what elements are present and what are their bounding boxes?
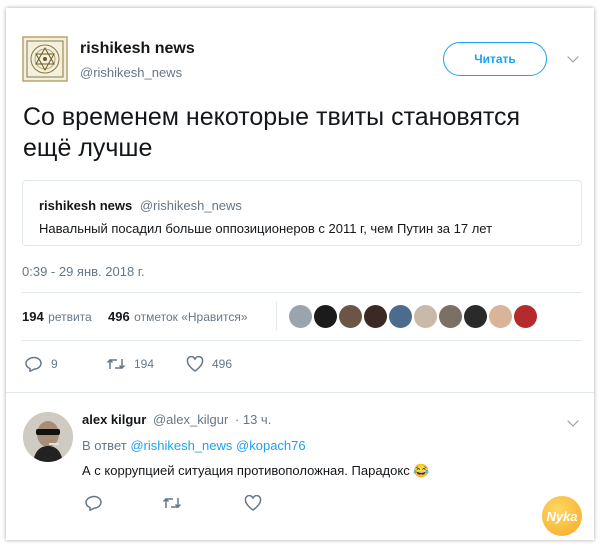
divider-vertical [276,302,277,330]
avatar[interactable] [289,305,312,328]
quoted-author-name: rishikesh news [39,198,133,213]
likes-stat[interactable]: 496 отметок «Нравится» [108,308,248,326]
author-name[interactable]: rishikesh news [80,40,195,58]
quoted-author: rishikesh news @rishikesh_news [39,198,242,213]
author-avatar[interactable] [22,36,68,82]
reply-icon [25,356,42,372]
reply-text-body: А с коррупцией ситуация противоположная.… [82,463,410,478]
retweets-stat[interactable]: 194 ретвита [22,308,92,326]
tweet-text-line: ещё лучше [23,134,153,162]
chevron-down-icon[interactable] [567,51,579,63]
reply-context: В ответ @rishikesh_news @kopach76 [82,438,306,453]
retweets-count: 194 [22,309,44,324]
tweet-card: rishikesh news @rishikesh_news Читать Со… [6,8,594,540]
tweet-text: Со временем некоторые твиты становятся е… [23,102,583,164]
quoted-text: Навальный посадил больше оппозиционеров … [39,221,493,236]
like-action[interactable] [244,495,262,511]
reply-time[interactable]: · 13 ч. [235,412,271,427]
author-handle[interactable]: @rishikesh_news [80,65,182,80]
in-reply-prefix: В ответ [82,438,127,453]
laughing-emoji-icon: 😂 [413,463,430,478]
avatar[interactable] [339,305,362,328]
avatar[interactable] [514,305,537,328]
avatar[interactable] [489,305,512,328]
avatar[interactable] [464,305,487,328]
quoted-author-handle: @rishikesh_news [139,198,242,213]
divider [22,292,582,293]
avatar[interactable] [439,305,462,328]
avatar[interactable] [389,305,412,328]
tweet-text-line: Со временем некоторые твиты становятся [23,103,521,131]
reply-action[interactable]: 9 [25,356,58,372]
reply-count: 9 [51,357,58,371]
chevron-down-icon[interactable] [567,415,579,427]
likes-count: 496 [108,309,130,324]
heart-icon [244,495,262,511]
reply-author-avatar[interactable] [23,412,73,462]
follow-button[interactable]: Читать [443,42,547,76]
reply-text: А с коррупцией ситуация противоположная.… [82,463,430,479]
likes-label: отметок «Нравится» [134,310,248,324]
tweet-timestamp[interactable]: 0:39 - 29 янв. 2018 г. [22,264,145,279]
like-action[interactable]: 496 [186,356,232,372]
reply-header: alex kilgur @alex_kilgur · 13 ч. [82,412,271,427]
retweet-icon [106,358,126,370]
retweet-icon [162,497,182,509]
mention-link[interactable]: @rishikesh_news [130,438,232,453]
avatar[interactable] [414,305,437,328]
avatar[interactable] [314,305,337,328]
retweets-label: ретвита [48,310,92,324]
retweet-action[interactable]: 194 [106,356,154,372]
reply-icon [85,495,102,511]
reply-author-name[interactable]: alex kilgur [82,412,146,427]
retweet-action[interactable] [162,495,182,511]
watermark-logo: Nyka [542,496,582,536]
reply-action[interactable] [85,495,103,511]
reply-author-handle[interactable]: @alex_kilgur [153,412,228,427]
like-count: 496 [212,357,233,371]
retweet-count: 194 [134,357,155,371]
liker-avatars [289,305,537,328]
mention-link[interactable]: @kopach76 [236,438,306,453]
divider [6,392,594,393]
quoted-tweet[interactable]: rishikesh news @rishikesh_news Навальный… [22,180,582,246]
heart-icon [186,356,204,372]
avatar[interactable] [364,305,387,328]
divider [22,340,582,341]
